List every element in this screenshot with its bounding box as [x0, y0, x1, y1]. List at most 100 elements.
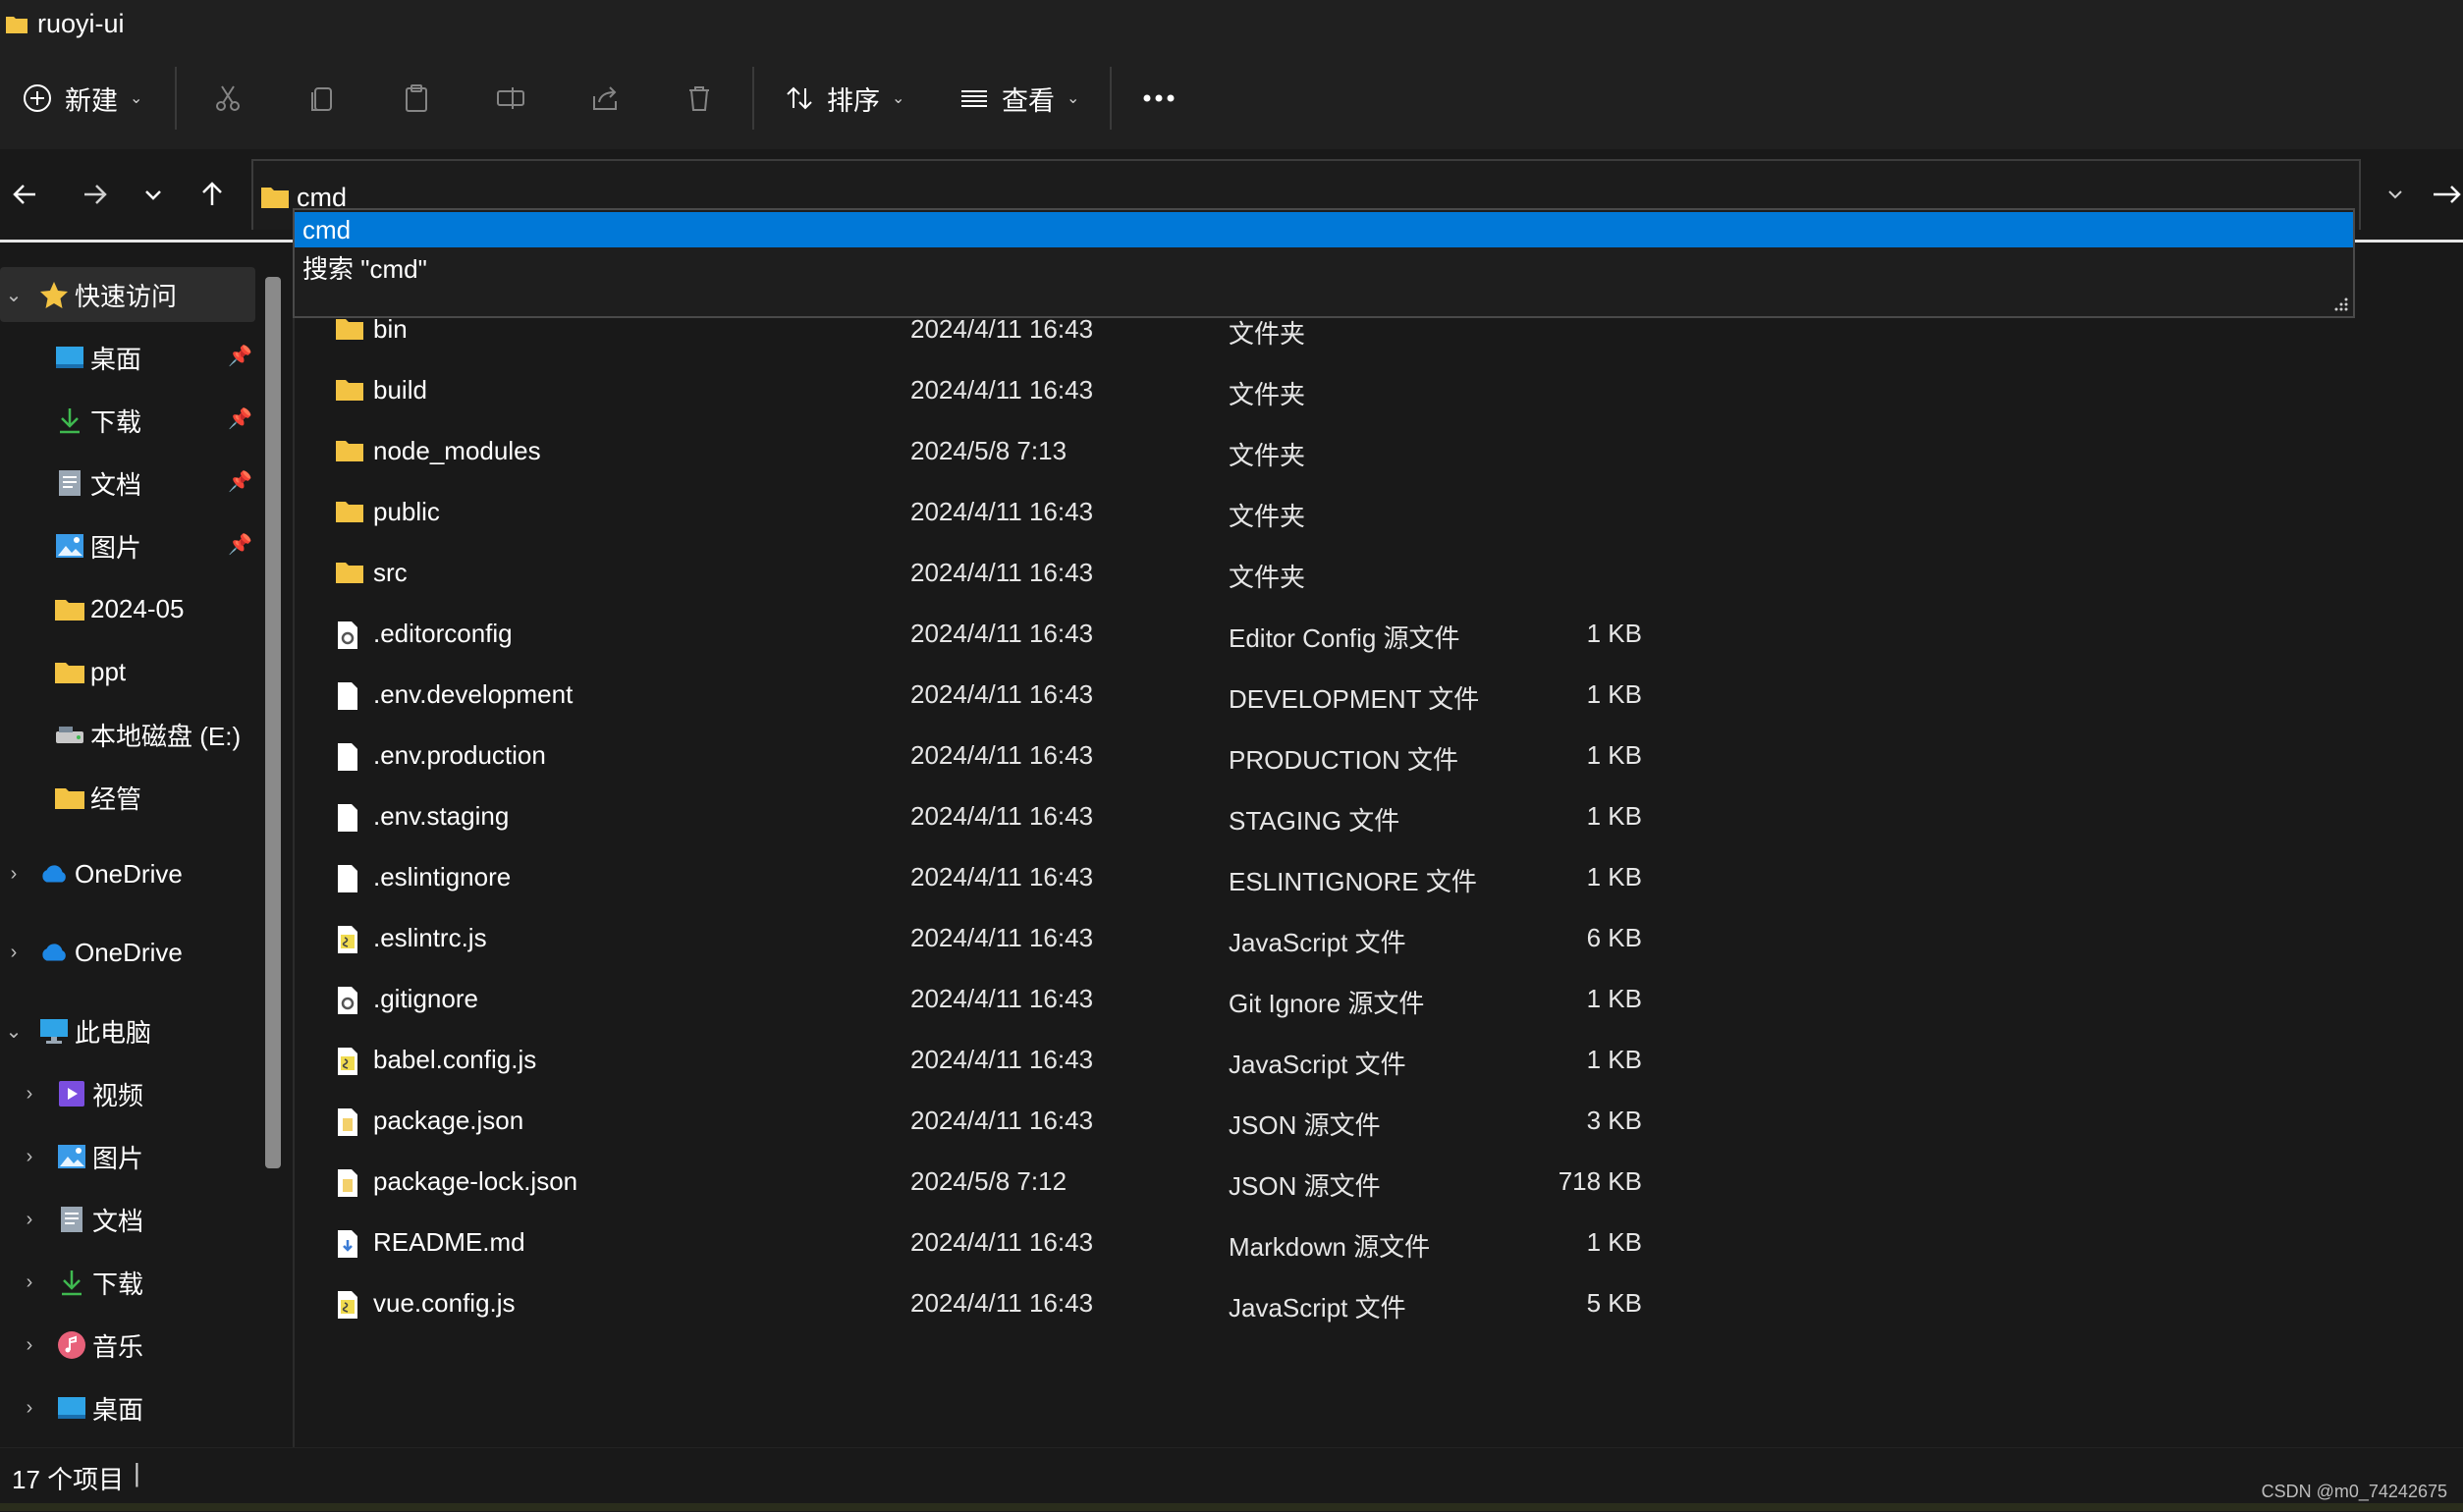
new-button[interactable]: 新建 ⌄: [22, 47, 142, 149]
file-size: 718 KB: [1558, 1166, 1642, 1196]
file-row[interactable]: .editorconfig 2024/4/11 16:43 Editor Con…: [324, 605, 1699, 666]
up-button[interactable]: [189, 171, 236, 218]
sidebar-item-documents[interactable]: 文档: [55, 456, 141, 511]
delete-button[interactable]: [684, 47, 715, 149]
file-size: 5 KB: [1586, 1288, 1642, 1318]
sidebar-item-onedrive[interactable]: › OneDrive: [0, 846, 183, 901]
file-row[interactable]: src 2024/4/11 16:43 文件夹: [324, 544, 1699, 605]
file-row[interactable]: package.json 2024/4/11 16:43 JSON 源文件 3 …: [324, 1092, 1699, 1153]
sidebar-item-music[interactable]: › 音乐: [0, 1318, 143, 1373]
sidebar-scrollbar[interactable]: [265, 277, 281, 1168]
arrow-left-icon: [13, 185, 35, 204]
file-row[interactable]: public 2024/4/11 16:43 文件夹: [324, 483, 1699, 544]
file-row[interactable]: .eslintrc.js 2024/4/11 16:43 JavaScript …: [324, 909, 1699, 970]
toolbar-divider: [1110, 67, 1112, 130]
pin-icon[interactable]: 📌: [228, 469, 252, 494]
file-type: Editor Config 源文件: [1229, 623, 1460, 653]
forward-button[interactable]: [71, 171, 118, 218]
rename-button[interactable]: [495, 47, 526, 149]
pin-icon[interactable]: 📌: [228, 532, 252, 557]
sidebar-item-downloads[interactable]: › 下载: [0, 1255, 143, 1310]
chevron-right-icon[interactable]: ›: [18, 1271, 41, 1294]
go-button[interactable]: [2432, 159, 2463, 230]
sidebar-item-documents[interactable]: › 文档: [0, 1192, 143, 1247]
file-name: .env.staging: [373, 801, 510, 831]
file-row[interactable]: node_modules 2024/5/8 7:13 文件夹: [324, 422, 1699, 483]
chevron-right-icon[interactable]: ›: [18, 1334, 41, 1357]
cloud-icon: [39, 938, 69, 967]
sidebar-item-quick-access[interactable]: ⌄ 快速访问: [0, 267, 255, 322]
chevron-right-icon[interactable]: ›: [18, 1146, 41, 1168]
sidebar-item-pictures[interactable]: › 图片: [0, 1129, 143, 1184]
file-row[interactable]: package-lock.json 2024/5/8 7:12 JSON 源文件…: [324, 1153, 1699, 1214]
sidebar-item-label: 文档: [92, 1206, 144, 1236]
download-icon: [55, 405, 84, 435]
address-history-button[interactable]: [2361, 159, 2430, 230]
folder-icon: [336, 377, 363, 406]
chevron-right-icon[interactable]: ›: [18, 1083, 41, 1106]
sidebar-item-this-pc[interactable]: ⌄ 此电脑: [0, 1003, 151, 1058]
chevron-right-icon[interactable]: ›: [2, 942, 26, 964]
file-type: 文件夹: [1229, 441, 1306, 470]
js-file-icon: [336, 925, 363, 954]
sidebar-item-label: 2024-05: [90, 593, 185, 623]
pane-divider[interactable]: [293, 257, 295, 1447]
file-name: src: [373, 558, 408, 587]
file-row[interactable]: .env.production 2024/4/11 16:43 PRODUCTI…: [324, 727, 1699, 787]
window-title-text: ruoyi-ui: [37, 8, 125, 38]
sidebar-item-downloads[interactable]: 下载: [55, 393, 141, 448]
folder-icon: [6, 17, 27, 33]
more-button[interactable]: [1141, 47, 1177, 149]
chevron-down-icon[interactable]: ⌄: [2, 283, 26, 307]
sidebar-item-label: OneDrive: [75, 858, 183, 889]
sort-button[interactable]: 排序 ⌄: [784, 47, 904, 149]
cut-button[interactable]: [212, 47, 244, 149]
sidebar-item-local-disk-e[interactable]: 本地磁盘 (E:): [55, 707, 241, 762]
chevron-down-icon: [145, 190, 161, 200]
chevron-down-icon[interactable]: ⌄: [2, 1019, 26, 1044]
file-row[interactable]: build 2024/4/11 16:43 文件夹: [324, 361, 1699, 422]
file-name: package.json: [373, 1106, 524, 1135]
chevron-right-icon[interactable]: ›: [2, 863, 26, 886]
file-date: 2024/4/11 16:43: [910, 862, 1094, 891]
file-row[interactable]: .eslintignore 2024/4/11 16:43 ESLINTIGNO…: [324, 848, 1699, 909]
suggestion-item[interactable]: cmd: [295, 212, 2353, 247]
new-label: 新建: [65, 85, 118, 116]
sidebar-item-2024-05[interactable]: 2024-05: [55, 581, 184, 636]
file-row[interactable]: babel.config.js 2024/4/11 16:43 JavaScri…: [324, 1031, 1699, 1092]
file-row[interactable]: vue.config.js 2024/4/11 16:43 JavaScript…: [324, 1274, 1699, 1335]
sidebar-item-ppt[interactable]: ppt: [55, 644, 126, 699]
copy-button[interactable]: [306, 47, 338, 149]
file-date: 2024/4/11 16:43: [910, 801, 1094, 831]
chevron-right-icon[interactable]: ›: [18, 1209, 41, 1231]
file-row[interactable]: README.md 2024/4/11 16:43 Markdown 源文件 1…: [324, 1214, 1699, 1274]
pin-icon[interactable]: 📌: [228, 344, 252, 368]
file-row[interactable]: .env.staging 2024/4/11 16:43 STAGING 文件 …: [324, 787, 1699, 848]
navigation-pane: ⌄ 快速访问 桌面 📌 下载 📌 文档 📌 图片 📌 2024-05 ppt 本…: [0, 257, 293, 1447]
view-button[interactable]: 查看 ⌄: [958, 47, 1079, 149]
share-button[interactable]: [589, 47, 621, 149]
suggestion-item[interactable]: 搜索 "cmd": [302, 251, 427, 287]
sidebar-item-desktop[interactable]: 桌面: [55, 330, 141, 385]
sidebar-item-label: 本地磁盘 (E:): [90, 721, 242, 751]
recent-locations-button[interactable]: [130, 171, 177, 218]
sidebar-item-desktop[interactable]: › 桌面: [0, 1380, 143, 1435]
file-row[interactable]: .gitignore 2024/4/11 16:43 Git Ignore 源文…: [324, 970, 1699, 1031]
sidebar-item-pictures[interactable]: 图片: [55, 518, 141, 573]
pin-icon[interactable]: 📌: [228, 406, 252, 431]
paste-button[interactable]: [401, 47, 432, 149]
resize-grip-icon[interactable]: [2333, 297, 2349, 312]
document-icon: [55, 468, 84, 498]
sidebar-item-jingguan[interactable]: 经管: [55, 770, 141, 825]
chevron-right-icon[interactable]: ›: [18, 1397, 41, 1420]
file-icon: [336, 864, 363, 893]
folder-icon: [336, 438, 363, 467]
sidebar-item-onedrive[interactable]: › OneDrive: [0, 925, 183, 980]
sidebar-item-label: 文档: [90, 469, 142, 500]
back-button[interactable]: [2, 171, 49, 218]
sidebar-item-videos[interactable]: › 视频: [0, 1066, 143, 1121]
sidebar-item-label: 经管: [90, 783, 142, 814]
file-row[interactable]: .env.development 2024/4/11 16:43 DEVELOP…: [324, 666, 1699, 727]
markdown-file-icon: [336, 1229, 363, 1259]
sidebar-item-label: 快速访问: [75, 281, 178, 311]
